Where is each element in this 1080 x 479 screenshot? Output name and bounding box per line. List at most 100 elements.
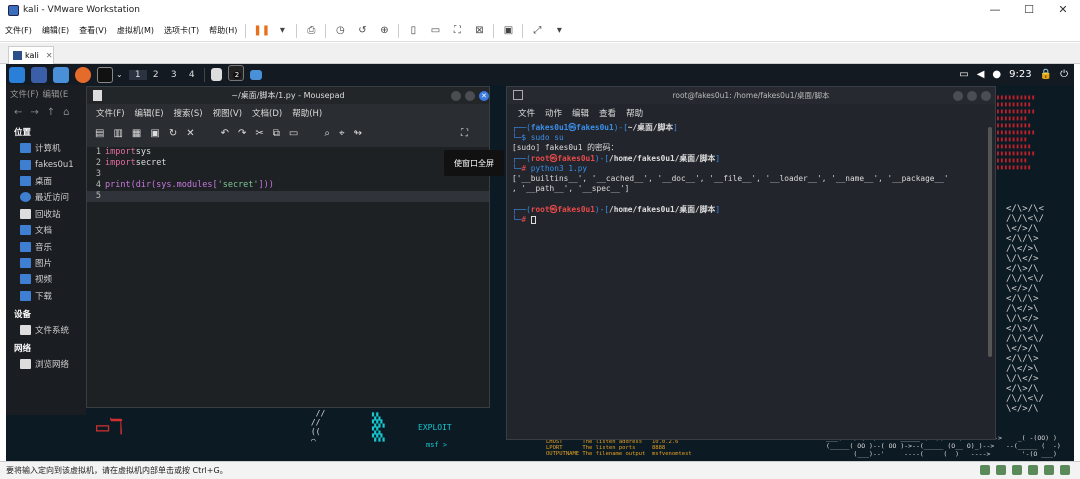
workspace-3[interactable]: 3 [165, 70, 183, 80]
sidebar-item-music[interactable]: 音乐 [6, 238, 86, 254]
show-desktop-icon[interactable] [31, 66, 47, 83]
sidebar-item-documents[interactable]: 文档 [6, 222, 86, 238]
home-icon[interactable]: ⌂ [63, 107, 69, 118]
hdd-icon[interactable] [980, 465, 990, 475]
new-file-icon[interactable]: ▤ [95, 128, 104, 139]
menu-search[interactable]: 搜索(S) [169, 107, 208, 119]
dropdown-icon[interactable]: ▾ [275, 25, 289, 37]
chevron-down-icon[interactable]: ⌄ [116, 70, 123, 79]
guest-display[interactable]: ▮▮▮▮▮▮▮▮▮▮ ▮▮▮▮▮▮▮▮▮ ▮▮▮▮▮▮▮▮▮▮ ▮▮▮▮▮▮▮▮… [6, 64, 1074, 461]
send-ctrl-alt-del-icon[interactable]: ⎙ [304, 25, 318, 37]
power-icon[interactable]: ⏻ [1060, 69, 1068, 80]
screen-icon[interactable]: ▭ [959, 69, 968, 80]
menu-edit[interactable]: 编辑 [567, 107, 594, 119]
fm-menu-edit[interactable]: 编辑(E [43, 88, 69, 100]
menu-view[interactable]: 查看(V) [74, 25, 112, 36]
menu-file[interactable]: 文件(F) [0, 25, 37, 36]
sidebar-item-computer[interactable]: 计算机 [6, 140, 86, 156]
sidebar-item-filesystem[interactable]: 文件系统 [6, 322, 86, 338]
terminal-view-icon[interactable]: ▣ [501, 25, 515, 37]
goto-icon[interactable]: ↬ [354, 128, 362, 139]
workspace-2[interactable]: 2 [147, 70, 165, 80]
sidebar-item-pictures[interactable]: 图片 [6, 255, 86, 271]
minimize-button[interactable] [451, 91, 461, 101]
cut-icon[interactable]: ✂ [255, 128, 263, 139]
open-file-icon[interactable]: ▦ [132, 128, 141, 139]
menu-tabs[interactable]: 选项卡(T) [159, 25, 204, 36]
library-view-icon[interactable]: ▯ [406, 25, 420, 37]
kali-menu-icon[interactable] [9, 66, 25, 83]
menu-edit[interactable]: 编辑(E) [37, 25, 74, 36]
file-manager-icon[interactable] [53, 66, 69, 83]
close-button[interactable]: ✕ [1046, 0, 1080, 20]
menu-help[interactable]: 帮助(H) [287, 107, 327, 119]
display-icon[interactable] [1060, 465, 1070, 475]
close-button[interactable] [981, 91, 991, 101]
close-button[interactable]: ✕ [479, 91, 489, 101]
menu-view[interactable]: 视图(V) [208, 107, 247, 119]
maximize-button[interactable] [465, 91, 475, 101]
snapshot-icon[interactable]: ◷ [333, 25, 347, 37]
notification-icon[interactable]: ● [992, 69, 1001, 80]
cd-icon[interactable] [996, 465, 1006, 475]
paste-icon[interactable]: ▭ [289, 128, 298, 139]
find-replace-icon[interactable]: ⌖ [339, 128, 345, 139]
close-tab-icon[interactable]: ✕ [46, 51, 53, 60]
sidebar-item-recent[interactable]: 最近访问 [6, 189, 86, 205]
lock-icon[interactable]: 🔒 [1040, 69, 1052, 80]
clock[interactable]: 9:23 [1009, 69, 1031, 80]
menu-vm[interactable]: 虚拟机(M) [112, 25, 159, 36]
unity-icon[interactable]: ⊠ [472, 25, 486, 37]
mousepad-titlebar[interactable]: ~/桌面/脚本/1.py - Mousepad ✕ [87, 87, 489, 104]
terminal-output[interactable]: ┌──(fakes0u1㉿fakes0u1)-[~/桌面/脚本] └─$ sud… [512, 123, 982, 225]
workspace-4[interactable]: 4 [183, 70, 201, 80]
network-adapter-icon[interactable] [1012, 465, 1022, 475]
console-view-icon[interactable]: ▭ [428, 25, 442, 37]
minimize-button[interactable] [953, 91, 963, 101]
back-icon[interactable]: ← [14, 107, 22, 118]
menu-help[interactable]: 帮助(H) [204, 25, 242, 36]
forward-icon[interactable]: → [30, 107, 38, 118]
reload-icon[interactable]: ↻ [169, 128, 177, 139]
workspace-1[interactable]: 1 [128, 69, 147, 80]
terminal-task-group[interactable]: 2 [225, 65, 247, 84]
menu-file[interactable]: 文件 [513, 107, 540, 119]
sidebar-item-videos[interactable]: 视频 [6, 271, 86, 287]
redo-icon[interactable]: ↷ [238, 128, 246, 139]
usb-icon[interactable] [1028, 465, 1038, 475]
firefox-icon[interactable] [75, 66, 91, 83]
mousepad-task-icon[interactable] [210, 68, 222, 81]
code-editor[interactable]: 1 import sys 2 import secret 3 4 print(dir(… [87, 147, 489, 407]
fm-menu-file[interactable]: 文件(F) [10, 88, 39, 100]
menu-document[interactable]: 文档(D) [247, 107, 287, 119]
revert-snapshot-icon[interactable]: ↺ [355, 25, 369, 37]
fullscreen-icon[interactable]: ⛶ [450, 25, 464, 37]
fullscreen-icon[interactable]: ⛶ [461, 128, 468, 139]
copy-icon[interactable]: ⧉ [273, 128, 280, 139]
sidebar-item-trash[interactable]: 回收站 [6, 206, 86, 222]
sidebar-item-desktop[interactable]: 桌面 [6, 173, 86, 189]
undo-icon[interactable]: ↶ [221, 128, 229, 139]
find-icon[interactable]: ⌕ [324, 128, 330, 139]
minimize-button[interactable]: — [978, 0, 1012, 20]
volume-icon[interactable]: ◀ [977, 69, 985, 80]
menu-edit[interactable]: 编辑(E) [130, 107, 169, 119]
sound-icon[interactable] [1044, 465, 1054, 475]
vm-tab-kali[interactable]: kali ✕ [8, 46, 54, 64]
terminal-icon[interactable] [97, 66, 113, 83]
menu-file[interactable]: 文件(F) [91, 107, 130, 119]
maximize-button[interactable]: ☐ [1012, 0, 1046, 20]
up-icon[interactable]: ↑ [47, 107, 55, 118]
dropdown-icon[interactable]: ▾ [552, 25, 566, 37]
terminal-scrollbar[interactable] [988, 127, 992, 357]
menu-view[interactable]: 查看 [594, 107, 621, 119]
sidebar-item-browse-network[interactable]: 浏览网络 [6, 356, 86, 372]
menu-actions[interactable]: 动作 [540, 107, 567, 119]
stretch-icon[interactable]: ⤢ [530, 25, 544, 37]
close-icon[interactable]: ✕ [186, 128, 194, 139]
pause-icon[interactable]: ❚❚ [253, 25, 270, 37]
new-window-icon[interactable]: ▥ [113, 128, 122, 139]
sidebar-item-downloads[interactable]: 下载 [6, 288, 86, 304]
save-icon[interactable]: ▣ [150, 128, 159, 139]
terminal-titlebar[interactable]: root@fakes0u1: /home/fakes0u1/桌面/脚本 [507, 87, 995, 104]
